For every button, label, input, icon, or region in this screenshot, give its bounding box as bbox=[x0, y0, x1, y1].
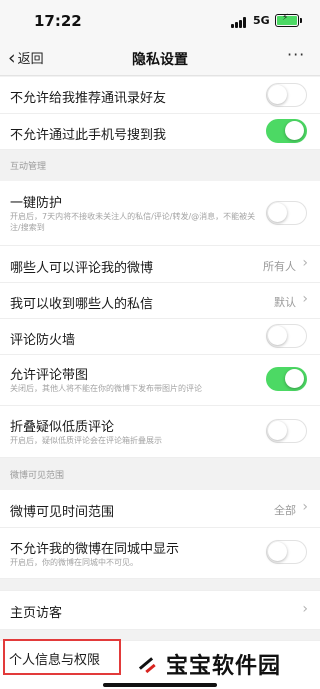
watermark: 宝宝软件园 bbox=[136, 648, 281, 680]
setting-row-search-by-phone[interactable]: 不允许通过此手机号搜到我 bbox=[0, 114, 320, 150]
toggle-comment-images[interactable] bbox=[266, 367, 307, 391]
setting-label: 不允许通过此手机号搜到我 bbox=[10, 128, 167, 143]
nav-bar: ‹ 返回 隐私设置 ··· bbox=[0, 40, 320, 76]
setting-row-comment-images[interactable]: 允许评论带图 关闭后，其他人将不能在你的微博下发布带图片的评论 bbox=[0, 355, 320, 406]
chevron-right-icon: › bbox=[302, 255, 308, 271]
home-indicator bbox=[103, 683, 217, 687]
setting-row-homepage-visitors[interactable]: 主页访客 › bbox=[0, 590, 320, 630]
toggle-hide-in-local[interactable] bbox=[266, 540, 307, 564]
toggle-recommend-contacts[interactable] bbox=[266, 83, 307, 107]
chevron-right-icon: › bbox=[302, 291, 308, 307]
setting-label: 主页访客 bbox=[10, 606, 63, 621]
setting-row-who-can-comment[interactable]: 哪些人可以评论我的微博 所有人 › bbox=[0, 246, 320, 283]
setting-label: 不允许我的微博在同城中显示 bbox=[10, 542, 180, 557]
signal-icon bbox=[231, 17, 249, 28]
more-options-icon[interactable]: ··· bbox=[287, 45, 305, 64]
setting-row-fold-low-quality[interactable]: 折叠疑似低质评论 开启后，疑似低质评论会在评论箱折叠展示 bbox=[0, 406, 320, 458]
setting-label: 评论防火墙 bbox=[10, 333, 76, 348]
setting-label: 哪些人可以评论我的微博 bbox=[10, 261, 154, 276]
setting-label: 折叠疑似低质评论 bbox=[10, 420, 115, 435]
setting-row-hide-in-local[interactable]: 不允许我的微博在同城中显示 开启后，你的微博在同城中不可见。 bbox=[0, 528, 320, 579]
toggle-fold-low-quality[interactable] bbox=[266, 419, 307, 443]
setting-row-visible-time-range[interactable]: 微博可见时间范围 全部 › bbox=[0, 490, 320, 528]
setting-row-comment-firewall[interactable]: 评论防火墙 bbox=[0, 319, 320, 355]
setting-description: 关闭后，其他人将不能在你的微博下发布带图片的评论 bbox=[10, 384, 202, 393]
status-time: 17:22 bbox=[34, 12, 82, 30]
setting-row-personal-info[interactable]: 个人信息与权限 bbox=[9, 649, 100, 668]
page-title: 隐私设置 bbox=[132, 52, 188, 68]
setting-label: 不允许给我推荐通讯录好友 bbox=[10, 91, 167, 106]
setting-label: 我可以收到哪些人的私信 bbox=[10, 297, 154, 312]
setting-row-recommend-contacts[interactable]: 不允许给我推荐通讯录好友 bbox=[0, 77, 320, 114]
chevron-right-icon: › bbox=[302, 499, 308, 515]
chevron-right-icon: › bbox=[302, 601, 308, 617]
section-header-interaction: 互动管理 bbox=[0, 151, 320, 181]
network-type: 5G bbox=[253, 14, 270, 27]
toggle-one-click-protection[interactable] bbox=[266, 201, 307, 225]
battery-icon bbox=[275, 13, 302, 27]
setting-description: 开启后，7天内将不接收未关注人的私信/评论/转发/@消息，不能被关注/搜索到 bbox=[10, 212, 256, 232]
setting-value: 所有人 bbox=[263, 260, 296, 273]
section-title: 互动管理 bbox=[10, 162, 47, 172]
section-header-visibility: 微博可见范围 bbox=[0, 458, 320, 490]
setting-description: 开启后，你的微博在同城中不可见。 bbox=[10, 558, 138, 567]
toggle-comment-firewall[interactable] bbox=[266, 324, 307, 348]
setting-description: 开启后，疑似低质评论会在评论箱折叠展示 bbox=[10, 436, 162, 445]
status-bar: 17:22 5G bbox=[0, 0, 320, 40]
setting-label: 微博可见时间范围 bbox=[10, 505, 115, 520]
setting-value: 全部 bbox=[274, 504, 296, 517]
toggle-search-by-phone[interactable] bbox=[266, 119, 307, 143]
watermark-text: 宝宝软件园 bbox=[166, 654, 282, 679]
watermark-logo-icon bbox=[136, 653, 158, 675]
setting-label: 允许评论带图 bbox=[10, 368, 89, 383]
setting-row-private-messages[interactable]: 我可以收到哪些人的私信 默认 › bbox=[0, 283, 320, 319]
setting-label: 一键防护 bbox=[10, 196, 63, 211]
section-title: 微博可见范围 bbox=[10, 471, 65, 481]
setting-row-one-click-protection[interactable]: 一键防护 开启后，7天内将不接收未关注人的私信/评论/转发/@消息，不能被关注/… bbox=[0, 181, 320, 246]
setting-value: 默认 bbox=[274, 296, 296, 309]
